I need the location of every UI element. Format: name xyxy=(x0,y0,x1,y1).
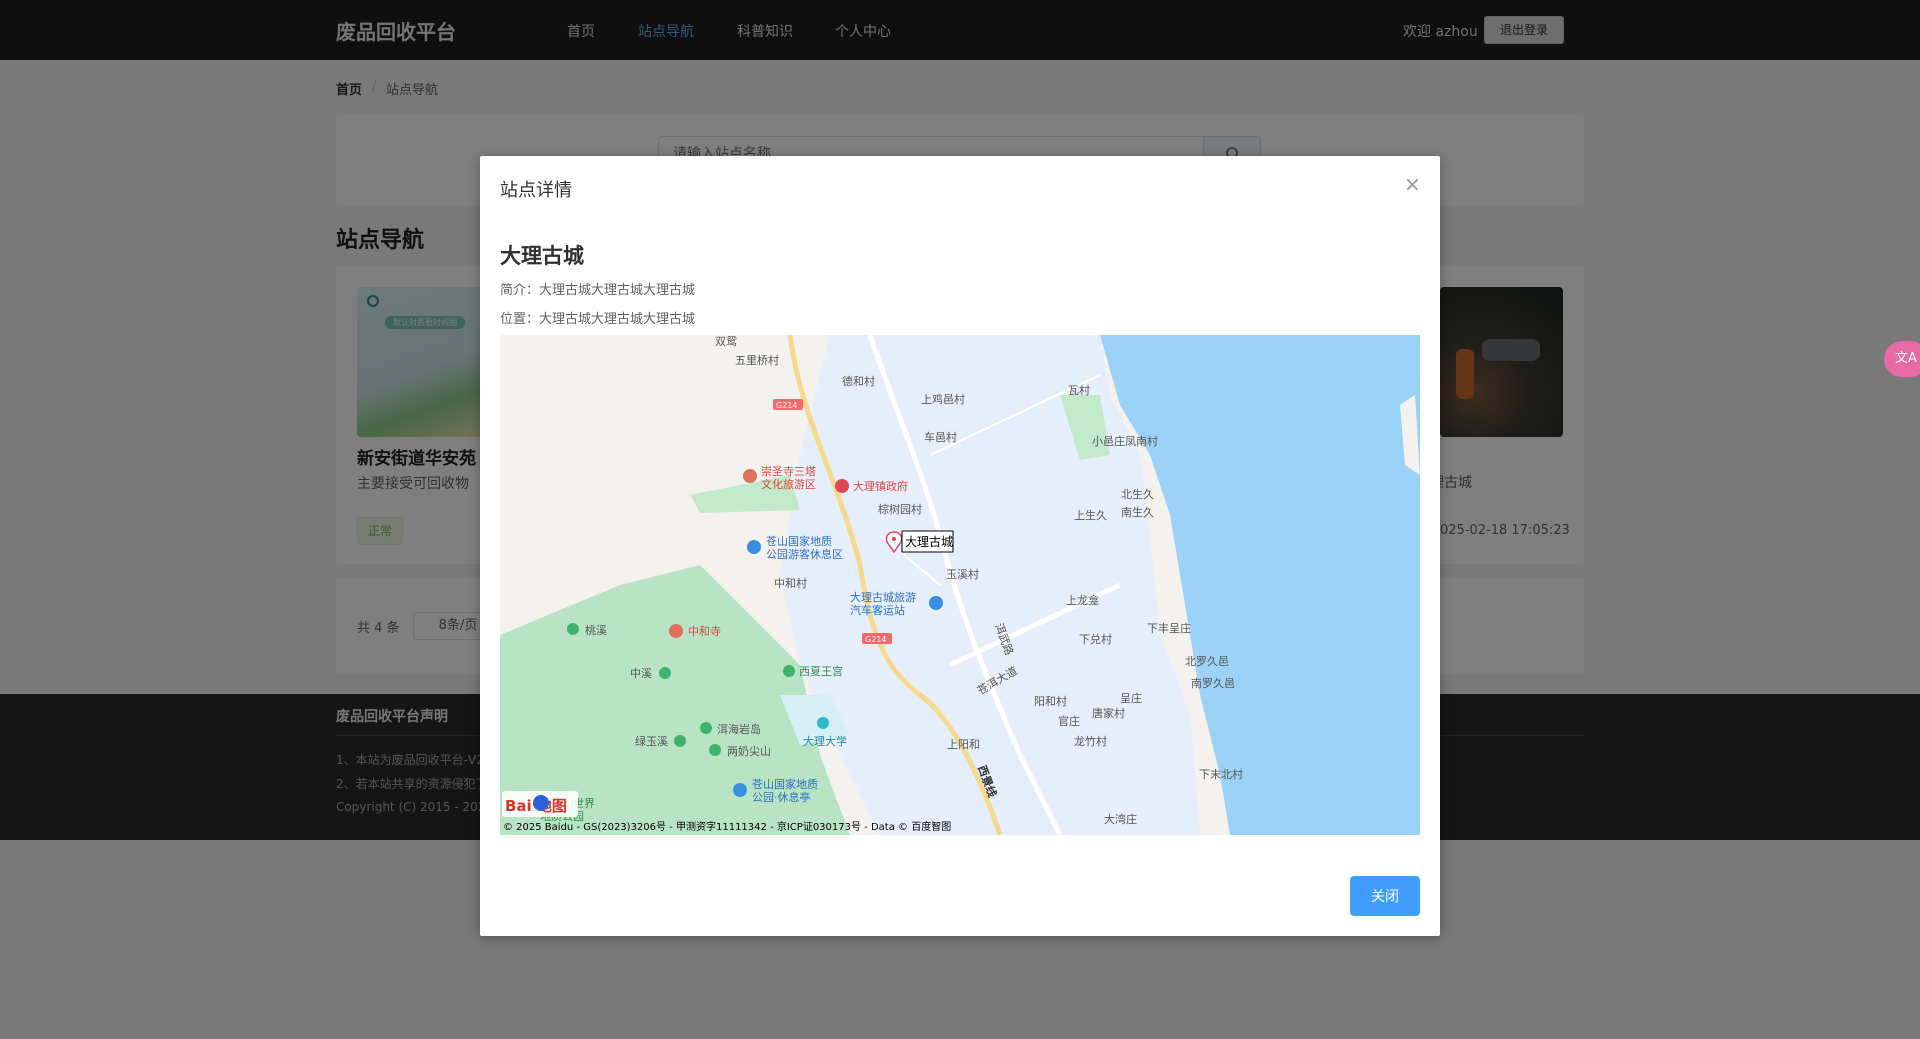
temple-icon xyxy=(669,624,683,638)
village-label: 南生久 xyxy=(1121,505,1154,519)
village-label: 中和村 xyxy=(774,576,807,590)
village-label: 双鸳 xyxy=(715,335,737,348)
village-label: 北生久 xyxy=(1121,487,1154,501)
geopark-icon xyxy=(747,540,761,554)
village-label: 上生久 xyxy=(1074,508,1107,522)
village-label: 小邑庄凤南村 xyxy=(1092,434,1158,448)
village-label: 官庄 xyxy=(1058,714,1080,728)
poi-label: 大理镇政府 xyxy=(853,479,908,493)
village-label: 五里桥村 xyxy=(735,353,779,367)
village-label: 两奶尖山 xyxy=(727,744,771,758)
village-label: 绿玉溪 xyxy=(635,734,668,748)
temple-icon xyxy=(743,469,757,483)
poi-label: 公园·休息亭 xyxy=(752,790,811,804)
park-icon xyxy=(783,665,795,677)
road-shield-label: G214 xyxy=(776,401,797,410)
village-label: 玉溪村 xyxy=(946,567,979,581)
marker-label: 大理古城 xyxy=(905,534,953,549)
village-label: 桃溪 xyxy=(585,623,607,637)
baidu-paw-icon xyxy=(533,795,549,811)
village-label: 唐家村 xyxy=(1092,706,1125,720)
village-label: 龙竹村 xyxy=(1074,734,1107,748)
poi-label: 文化旅游区 xyxy=(761,477,816,491)
location-pin-dot xyxy=(892,537,896,541)
map-canvas[interactable]: 洱武路 苍洱大道 西景线 G214 G214 双鸳 五里桥村 德和村 上鸡邑村 … xyxy=(500,335,1420,835)
geopark-icon xyxy=(733,783,747,797)
village-label: 上龙龛 xyxy=(1066,593,1099,607)
village-label: 呈庄 xyxy=(1120,691,1142,705)
government-icon xyxy=(835,479,849,493)
park-icon xyxy=(709,744,721,756)
park-icon xyxy=(700,722,712,734)
park-icon xyxy=(674,735,686,747)
park-icon xyxy=(659,667,671,679)
poi-label: 西夏王宫 xyxy=(799,664,843,678)
dialog-title: 站点详情 xyxy=(500,180,572,201)
university-icon xyxy=(817,717,829,729)
poi-label: 大理古城旅游 xyxy=(850,590,916,604)
village-label: 下末北村 xyxy=(1199,767,1243,781)
village-label: 中溪 xyxy=(630,667,652,680)
village-label: 车邑村 xyxy=(924,430,957,444)
translate-icon[interactable]: 文A xyxy=(1884,341,1920,377)
poi-label: 苍山国家地质 xyxy=(752,777,818,791)
map-copyright: © 2025 Baidu - GS(2023)3206号 - 甲测资字11111… xyxy=(503,820,951,833)
poi-label: 崇圣寺三塔 xyxy=(761,465,816,478)
poi-label: 汽车客运站 xyxy=(850,603,905,617)
baidu-map[interactable]: 洱武路 苍洱大道 西景线 G214 G214 双鸳 五里桥村 德和村 上鸡邑村 … xyxy=(500,335,1420,835)
site-location: 位置：大理古城大理古城大理古城 xyxy=(500,312,696,327)
village-label: 瓦村 xyxy=(1068,383,1090,397)
village-label: 德和村 xyxy=(842,374,875,388)
village-label: 下丰呈庄 xyxy=(1147,621,1191,635)
close-icon[interactable]: × xyxy=(1404,172,1421,196)
road-shield-label: G214 xyxy=(865,635,886,644)
poi-label: 苍山国家地质 xyxy=(766,534,832,548)
village-label: 上阳和 xyxy=(947,738,980,751)
poi-label: 中和寺 xyxy=(688,625,721,638)
site-detail-dialog: 站点详情 × 大理古城 简介：大理古城大理古城大理古城 位置：大理古城大理古城大… xyxy=(480,156,1440,936)
park-icon xyxy=(567,623,579,635)
village-label: 下兑村 xyxy=(1079,632,1112,646)
village-label: 洱海岩岛 xyxy=(717,722,761,736)
bus-station-icon xyxy=(929,596,943,610)
poi-label: 公园游客休息区 xyxy=(766,547,843,561)
village-label: 上鸡邑村 xyxy=(921,392,965,406)
village-label: 大湾庄 xyxy=(1104,812,1137,826)
poi-label: 大理大学 xyxy=(803,734,847,748)
close-button[interactable]: 关闭 xyxy=(1350,876,1420,916)
village-label: 棕树园村 xyxy=(878,502,922,516)
village-label: 南罗久邑 xyxy=(1191,677,1235,690)
site-intro: 简介：大理古城大理古城大理古城 xyxy=(500,283,696,298)
village-label: 阳和村 xyxy=(1034,694,1067,708)
site-name: 大理古城 xyxy=(500,244,584,268)
village-label: 北罗久邑 xyxy=(1185,655,1229,668)
